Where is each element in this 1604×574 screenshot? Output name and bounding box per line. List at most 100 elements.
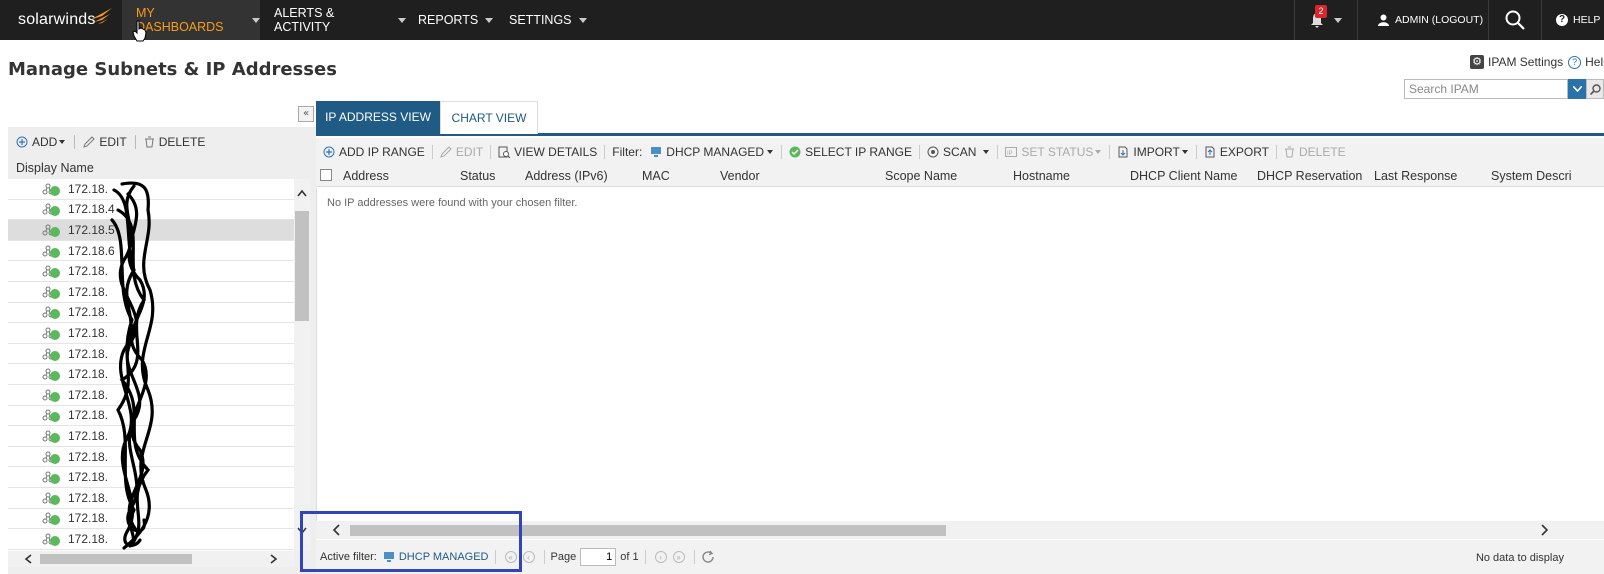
nav-alerts-activity[interactable]: ALERTS & ACTIVITY bbox=[260, 0, 406, 40]
col-hostname[interactable]: Hostname bbox=[1013, 169, 1070, 183]
col-dhcp-reservation[interactable]: DHCP Reservation bbox=[1257, 169, 1362, 183]
help-circle-icon: ? bbox=[1556, 14, 1568, 26]
add-button[interactable]: ADD bbox=[16, 135, 66, 149]
export-button[interactable]: EXPORT bbox=[1220, 145, 1269, 159]
trash-icon bbox=[144, 136, 154, 148]
col-dhcp-client-name[interactable]: DHCP Client Name bbox=[1130, 169, 1237, 183]
search-scope-dropdown[interactable] bbox=[1568, 79, 1586, 99]
check-circle-icon bbox=[789, 146, 801, 158]
caret-down-icon bbox=[485, 17, 494, 23]
search-submit-button[interactable] bbox=[1586, 79, 1604, 99]
set-status-button[interactable]: SET STATUS bbox=[1021, 145, 1093, 159]
subnet-label: 172.18. bbox=[68, 428, 109, 443]
tree-horizontal-scrollbar[interactable] bbox=[8, 551, 294, 567]
prev-page-icon[interactable]: ‹ bbox=[522, 551, 535, 563]
next-page-icon[interactable]: › bbox=[654, 551, 667, 563]
solarwinds-logo[interactable]: solarwinds bbox=[0, 0, 122, 40]
status-up-icon bbox=[50, 494, 60, 505]
scan-button[interactable]: SCAN bbox=[943, 145, 976, 159]
col-mac[interactable]: MAC bbox=[642, 169, 670, 183]
search-icon bbox=[1505, 10, 1525, 30]
status-up-icon bbox=[50, 247, 60, 258]
grid-horizontal-scrollbar[interactable] bbox=[316, 521, 1604, 539]
col-address[interactable]: Address bbox=[343, 169, 389, 183]
delete-button[interactable]: DELETE bbox=[144, 135, 205, 149]
trash-icon bbox=[1284, 146, 1295, 158]
page-label: Page bbox=[550, 551, 577, 563]
first-page-icon[interactable]: « bbox=[504, 551, 517, 563]
svg-text:IP: IP bbox=[1007, 151, 1013, 157]
user-icon bbox=[1378, 14, 1389, 26]
status-up-icon bbox=[50, 474, 60, 485]
nav-settings[interactable]: SETTINGS bbox=[499, 0, 599, 40]
col-scope-name[interactable]: Scope Name bbox=[885, 169, 957, 183]
delete-ip-button[interactable]: DELETE bbox=[1299, 145, 1346, 159]
subnet-label: 172.18. bbox=[68, 387, 109, 402]
global-search-button[interactable] bbox=[1489, 0, 1541, 40]
caret-down-icon bbox=[578, 17, 587, 23]
notifications-button[interactable]: 2 bbox=[1295, 0, 1357, 40]
filter-dropdown[interactable]: DHCP MANAGED bbox=[666, 145, 764, 159]
col-system-description[interactable]: System Descri bbox=[1491, 169, 1572, 183]
help-link[interactable]: Help bbox=[1585, 55, 1604, 69]
logo-wing-icon bbox=[90, 8, 112, 24]
top-nav: solarwinds MY DASHBOARDS ALERTS & ACTIVI… bbox=[0, 0, 1604, 42]
ip-address-panel: IP ADDRESS VIEW CHART VIEW ADD IP RANGE … bbox=[316, 100, 1604, 574]
refresh-icon[interactable] bbox=[701, 550, 715, 564]
chevron-right-icon[interactable] bbox=[1541, 524, 1549, 536]
scan-icon bbox=[927, 146, 939, 158]
dhcp-server-icon bbox=[650, 146, 662, 158]
status-up-icon bbox=[50, 309, 60, 320]
col-status[interactable]: Status bbox=[460, 169, 495, 183]
search-ipam-input[interactable] bbox=[1404, 79, 1568, 99]
display-name-column-header[interactable]: Display Name bbox=[8, 157, 316, 179]
dhcp-server-icon bbox=[383, 551, 395, 563]
import-button[interactable]: IMPORT bbox=[1133, 145, 1179, 159]
caret-down-icon bbox=[767, 149, 774, 154]
subnet-label: 172.18. bbox=[68, 264, 109, 279]
add-ip-range-button[interactable]: ADD IP RANGE bbox=[339, 145, 425, 159]
status-up-icon bbox=[50, 206, 60, 217]
select-all-checkbox[interactable] bbox=[320, 169, 332, 181]
chevron-left-icon[interactable] bbox=[332, 524, 340, 536]
admin-logout-link[interactable]: ADMIN (LOGOUT) bbox=[1358, 0, 1488, 40]
nav-reports[interactable]: REPORTS bbox=[406, 0, 499, 40]
splitter-arrow-icon[interactable] bbox=[296, 520, 308, 534]
active-filter-value: DHCP MANAGED bbox=[398, 551, 489, 563]
redaction-scribble bbox=[110, 181, 155, 550]
select-ip-range-button[interactable]: SELECT IP RANGE bbox=[805, 145, 912, 159]
last-page-icon[interactable]: » bbox=[672, 551, 685, 563]
subnet-label: 172.18. bbox=[68, 408, 109, 423]
ipam-settings-link[interactable]: IPAM Settings bbox=[1488, 55, 1563, 69]
tree-vertical-scrollbar[interactable] bbox=[294, 179, 310, 551]
caret-down-icon bbox=[1181, 149, 1188, 154]
view-details-button[interactable]: VIEW DETAILS bbox=[514, 145, 597, 159]
col-last-response[interactable]: Last Response bbox=[1374, 169, 1457, 183]
page-number-input[interactable] bbox=[580, 548, 617, 566]
active-filter-label: Active filter: bbox=[320, 551, 377, 563]
chevron-left-icon bbox=[24, 554, 32, 564]
collapse-panel-button[interactable]: « bbox=[298, 106, 314, 122]
subnet-label: 172.18. bbox=[68, 305, 109, 320]
tab-ip-address-view[interactable]: IP ADDRESS VIEW bbox=[316, 101, 440, 134]
gear-icon[interactable]: ⚙ bbox=[1470, 55, 1484, 69]
edit-button[interactable]: EDIT bbox=[83, 135, 127, 149]
caret-down-icon bbox=[1334, 17, 1342, 23]
caret-down-icon bbox=[59, 140, 66, 144]
help-circle-icon[interactable]: ? bbox=[1568, 55, 1582, 69]
subnet-label: 172.18. bbox=[68, 490, 109, 505]
status-up-icon bbox=[50, 412, 60, 423]
help-link[interactable]: ? HELP bbox=[1542, 0, 1604, 40]
export-icon bbox=[1204, 146, 1216, 158]
chevron-up-icon bbox=[297, 189, 307, 197]
status-up-icon bbox=[50, 185, 60, 196]
status-up-icon bbox=[50, 432, 60, 443]
page-count-label: of 1 bbox=[620, 551, 639, 563]
col-vendor[interactable]: Vendor bbox=[720, 169, 760, 183]
col-address-ipv6[interactable]: Address (IPv6) bbox=[525, 169, 608, 183]
pencil-icon bbox=[440, 145, 452, 158]
subnet-label: 172.18. bbox=[68, 181, 109, 196]
tab-chart-view[interactable]: CHART VIEW bbox=[440, 101, 538, 134]
edit-ip-button[interactable]: EDIT bbox=[456, 145, 483, 159]
subnet-label: 172.18. bbox=[68, 284, 109, 299]
